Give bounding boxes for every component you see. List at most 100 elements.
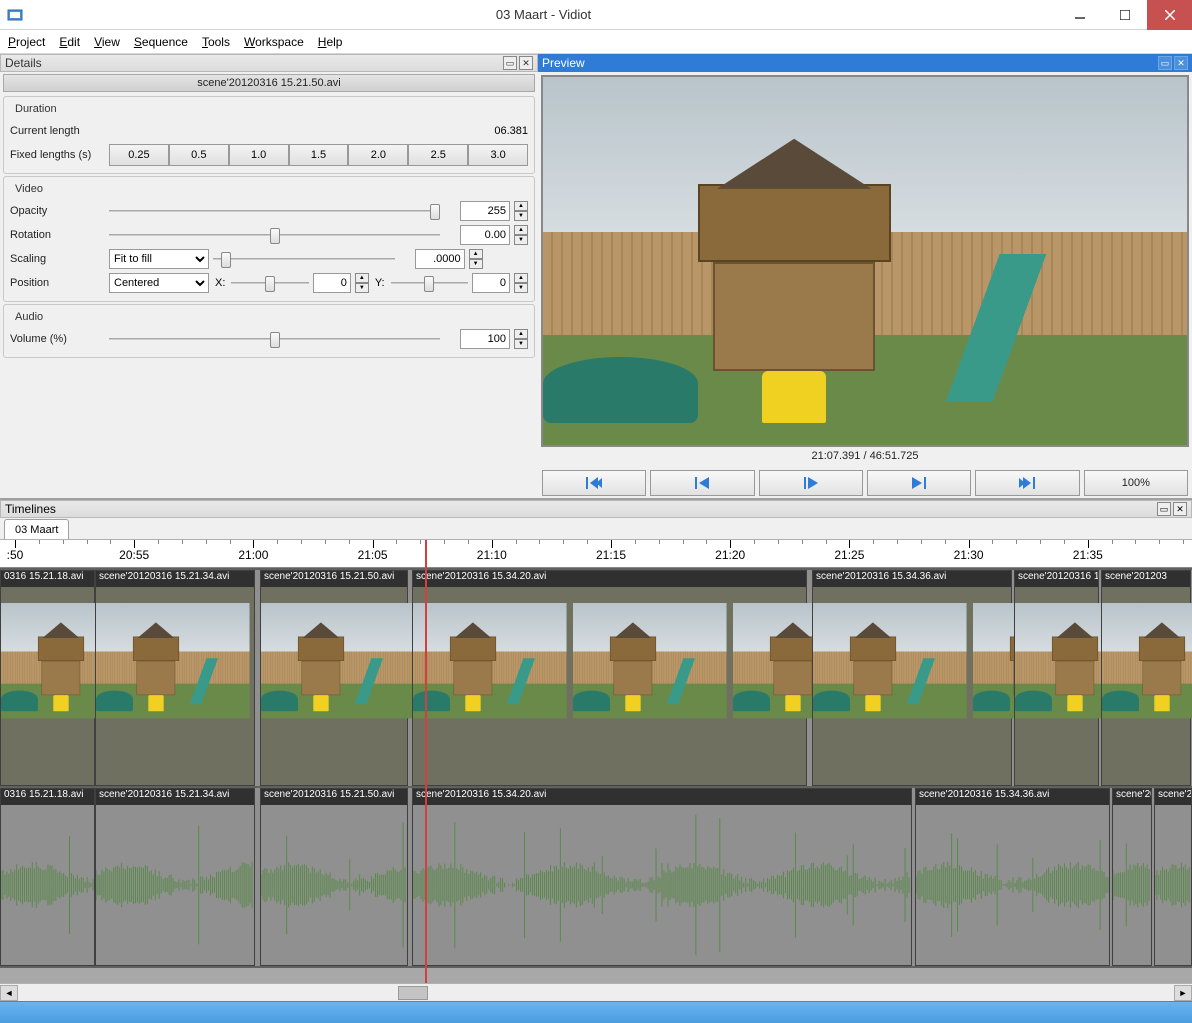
menu-tools[interactable]: Tools — [202, 35, 230, 49]
details-panel: Details ▭ ✕ scene'20120316 15.21.50.avi … — [0, 54, 538, 498]
audio-clip[interactable]: 0316 15.21.18.avi — [0, 788, 95, 966]
scaling-spinner[interactable]: ▲▼ — [469, 249, 483, 269]
menu-help[interactable]: Help — [318, 35, 343, 49]
timelines-dock-button[interactable]: ▭ — [1157, 502, 1171, 516]
maximize-button[interactable] — [1102, 0, 1147, 30]
video-clip[interactable]: 0316 15.21.18.avi — [0, 570, 95, 786]
menu-workspace[interactable]: Workspace — [244, 35, 304, 49]
y-value[interactable]: 0 — [472, 273, 510, 293]
preview-title: Preview — [542, 56, 585, 70]
clip-label: scene'20120316 15.21.50.avi — [261, 571, 407, 587]
selected-clip-name: scene'20120316 15.21.50.avi — [3, 74, 535, 92]
fixed-length-button[interactable]: 1.5 — [289, 144, 349, 166]
y-spinner[interactable]: ▲▼ — [514, 273, 528, 293]
fixed-length-button[interactable]: 2.5 — [408, 144, 468, 166]
ruler-label: 21:05 — [358, 548, 388, 562]
rotation-slider[interactable] — [109, 226, 440, 244]
x-spinner[interactable]: ▲▼ — [355, 273, 369, 293]
playhead[interactable] — [425, 540, 427, 983]
position-select[interactable]: Centered — [109, 273, 209, 293]
timeline-scrollbar[interactable]: ◄ ► — [0, 983, 1192, 1001]
ruler-label: 21:15 — [596, 548, 626, 562]
video-clip[interactable]: scene'20120316 15.34.36.avi — [812, 570, 1012, 786]
opacity-slider[interactable] — [109, 202, 440, 220]
video-clip[interactable]: scene'20120316 1 — [1014, 570, 1099, 786]
timeline-tab[interactable]: 03 Maart — [4, 519, 69, 539]
fixed-length-button[interactable]: 0.25 — [109, 144, 169, 166]
timeline-ruler[interactable]: :5020:5521:0021:0521:1021:1521:2021:2521… — [0, 540, 1192, 568]
opacity-value[interactable]: 255 — [460, 201, 510, 221]
fixed-length-button[interactable]: 0.5 — [169, 144, 229, 166]
timelines-close-button[interactable]: ✕ — [1173, 502, 1187, 516]
fixed-length-button[interactable]: 2.0 — [348, 144, 408, 166]
details-close-button[interactable]: ✕ — [519, 56, 533, 70]
x-slider[interactable] — [231, 274, 308, 292]
clip-label: scene'20120316 15.21.34.avi — [96, 571, 254, 587]
clip-label: scene'20120316 15.21.34.avi — [96, 789, 254, 805]
video-clip[interactable]: scene'20120316 15.34.20.avi — [412, 570, 807, 786]
fixed-length-button[interactable]: 1.0 — [229, 144, 289, 166]
x-value[interactable]: 0 — [313, 273, 351, 293]
scaling-slider[interactable] — [213, 250, 395, 268]
waveform — [1113, 805, 1151, 965]
audio-clip[interactable]: scene'201203 — [1154, 788, 1192, 966]
audio-clip[interactable]: scene'20120316 15.34.20.avi — [412, 788, 912, 966]
scroll-left-button[interactable]: ◄ — [0, 985, 18, 1001]
audio-clip[interactable]: scene'20120316 1 — [1112, 788, 1152, 966]
menu-edit[interactable]: Edit — [59, 35, 80, 49]
close-button[interactable] — [1147, 0, 1192, 30]
ruler-label: 20:55 — [119, 548, 149, 562]
rotation-value[interactable]: 0.00 — [460, 225, 510, 245]
audio-clip[interactable]: scene'20120316 15.34.36.avi — [915, 788, 1110, 966]
video-clip[interactable]: scene'20120316 15.21.34.avi — [95, 570, 255, 786]
preview-dock-button[interactable]: ▭ — [1158, 56, 1172, 70]
video-track[interactable]: 0316 15.21.18.aviscene'20120316 15.21.34… — [0, 568, 1192, 788]
preview-viewport[interactable] — [541, 75, 1189, 447]
ruler-label: 21:25 — [834, 548, 864, 562]
clip-label: 0316 15.21.18.avi — [1, 789, 94, 805]
preview-header: Preview ▭ ✕ — [538, 54, 1192, 72]
scaling-label: Scaling — [10, 253, 105, 265]
volume-spinner[interactable]: ▲▼ — [514, 329, 528, 349]
current-length-value: 06.381 — [478, 125, 528, 137]
zoom-display[interactable]: 100% — [1084, 470, 1188, 496]
volume-value[interactable]: 100 — [460, 329, 510, 349]
menu-view[interactable]: View — [94, 35, 120, 49]
audio-track[interactable]: 0316 15.21.18.aviscene'20120316 15.21.34… — [0, 788, 1192, 968]
y-slider[interactable] — [391, 274, 468, 292]
audio-clip[interactable]: scene'20120316 15.21.50.avi — [260, 788, 408, 966]
transport-end-button[interactable] — [975, 470, 1079, 496]
fixed-length-button[interactable]: 3.0 — [468, 144, 528, 166]
transport-home-button[interactable] — [542, 470, 646, 496]
timeline-body[interactable]: :5020:5521:0021:0521:1021:1521:2021:2521… — [0, 540, 1192, 983]
transport-prev-button[interactable] — [650, 470, 754, 496]
video-clip[interactable]: scene'201203 — [1101, 570, 1191, 786]
waveform — [261, 805, 407, 965]
minimize-button[interactable] — [1057, 0, 1102, 30]
details-dock-button[interactable]: ▭ — [503, 56, 517, 70]
details-header: Details ▭ ✕ — [0, 54, 538, 72]
menu-project[interactable]: Project — [8, 35, 45, 49]
waveform — [916, 805, 1109, 965]
menu-sequence[interactable]: Sequence — [134, 35, 188, 49]
timelines-header: Timelines ▭ ✕ — [0, 500, 1192, 518]
statusbar — [0, 1001, 1192, 1023]
clip-label: scene'20120316 15.34.36.avi — [916, 789, 1109, 805]
timeline-tabs: 03 Maart — [0, 518, 1192, 540]
transport-play-button[interactable] — [759, 470, 863, 496]
scroll-right-button[interactable]: ► — [1174, 985, 1192, 1001]
ruler-label: 21:30 — [954, 548, 984, 562]
scroll-thumb[interactable] — [398, 986, 428, 1000]
transport-next-button[interactable] — [867, 470, 971, 496]
volume-slider[interactable] — [109, 330, 440, 348]
video-clip[interactable]: scene'20120316 15.21.50.avi — [260, 570, 408, 786]
scaling-value[interactable]: .0000 — [415, 249, 465, 269]
audio-clip[interactable]: scene'20120316 15.21.34.avi — [95, 788, 255, 966]
preview-panel: Preview ▭ ✕ 21:07.391 / 46:51.725 100% — [538, 54, 1192, 498]
rotation-spinner[interactable]: ▲▼ — [514, 225, 528, 245]
preview-close-button[interactable]: ✕ — [1174, 56, 1188, 70]
clip-label: scene'20120316 15.34.20.avi — [413, 571, 806, 587]
ruler-label: 21:20 — [715, 548, 745, 562]
opacity-spinner[interactable]: ▲▼ — [514, 201, 528, 221]
scaling-select[interactable]: Fit to fill — [109, 249, 209, 269]
